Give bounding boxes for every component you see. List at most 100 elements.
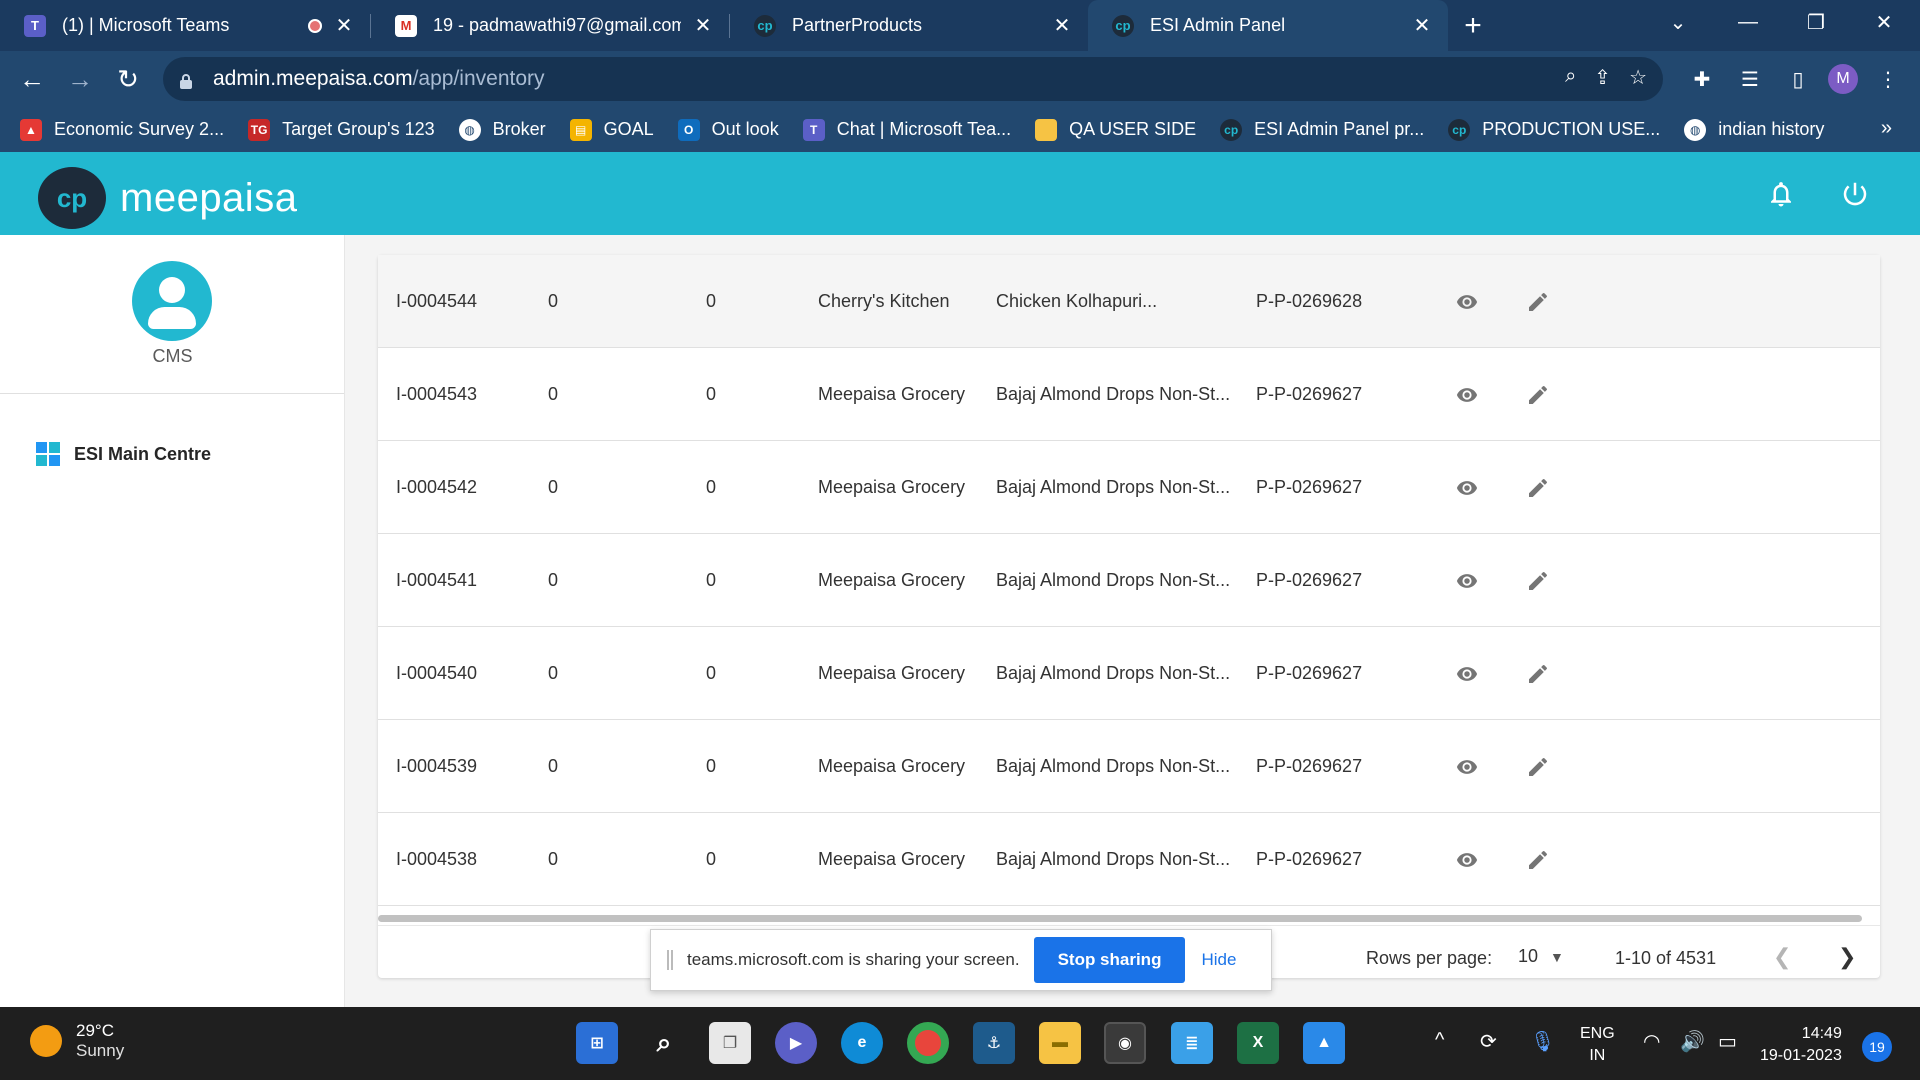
weather-widget[interactable]: 29°C Sunny: [30, 1021, 124, 1061]
view-eye-icon[interactable]: [1452, 752, 1482, 782]
table-row[interactable]: I-0004540 0 0 Meepaisa Grocery Bajaj Almond …: [378, 627, 1880, 720]
bookmark-star-icon[interactable]: ☆: [1629, 65, 1647, 90]
view-eye-icon[interactable]: [1452, 659, 1482, 689]
side-panel-icon[interactable]: ▯: [1780, 61, 1816, 97]
battery-icon[interactable]: ▭: [1718, 1029, 1737, 1054]
photos-icon[interactable]: ▲: [1303, 1022, 1345, 1064]
address-bar[interactable]: admin.meepaisa.com/app/inventory ⌕ ⇪ ☆: [163, 57, 1663, 101]
stop-sharing-button[interactable]: Stop sharing: [1033, 937, 1186, 983]
bookmark-item[interactable]: ◍ indian history: [1684, 118, 1824, 141]
cell-product-name: Bajaj Almond Drops Non-St...: [996, 477, 1231, 497]
drag-handle-icon[interactable]: [667, 950, 673, 970]
weather-condition: Sunny: [76, 1041, 125, 1060]
reload-icon[interactable]: ↻: [104, 55, 152, 103]
zoom-icon[interactable]: ⌕: [1565, 65, 1576, 90]
tab-title: ESI Admin Panel: [1150, 15, 1286, 35]
tab-search-chevron-icon[interactable]: ⌄: [1650, 0, 1706, 44]
minimize-icon[interactable]: —: [1720, 0, 1776, 44]
start-icon[interactable]: ⊞: [576, 1022, 618, 1064]
previous-page-icon[interactable]: ❮: [1773, 944, 1791, 970]
edit-pencil-icon[interactable]: [1523, 659, 1553, 689]
wifi-icon[interactable]: ◠: [1643, 1029, 1660, 1054]
excel-icon[interactable]: X: [1237, 1022, 1279, 1064]
bookmark-item[interactable]: QA USER SIDE: [1035, 118, 1196, 141]
new-tab-button[interactable]: +: [1448, 0, 1498, 51]
edit-pencil-icon[interactable]: [1523, 287, 1553, 317]
close-icon[interactable]: ✕: [1050, 14, 1074, 38]
view-eye-icon[interactable]: [1452, 287, 1482, 317]
notepad-icon[interactable]: ≣: [1171, 1022, 1213, 1064]
restore-icon[interactable]: ❐: [1788, 0, 1844, 44]
table-row[interactable]: I-0004541 0 0 Meepaisa Grocery Bajaj Almond …: [378, 534, 1880, 627]
edit-pencil-icon[interactable]: [1523, 845, 1553, 875]
extensions-icon[interactable]: ✚: [1684, 61, 1720, 97]
view-eye-icon[interactable]: [1452, 845, 1482, 875]
tab-partner-products[interactable]: cp PartnerProducts ✕: [730, 0, 1088, 51]
cell-product-id: P-P-0269627: [1256, 570, 1363, 590]
close-icon[interactable]: ✕: [1410, 14, 1434, 38]
edit-pencil-icon[interactable]: [1523, 380, 1553, 410]
table-row[interactable]: I-0004538 0 0 Meepaisa Grocery Bajaj Almond …: [378, 813, 1880, 906]
cell-partner-name: Meepaisa Grocery: [818, 384, 966, 404]
bookmark-item[interactable]: ▲ Economic Survey 2...: [20, 118, 224, 141]
file-explorer-icon[interactable]: ▬: [1039, 1022, 1081, 1064]
rows-per-page-select[interactable]: 10 ▼: [1518, 946, 1564, 967]
edge-icon[interactable]: e: [841, 1022, 883, 1064]
teams-chat-icon[interactable]: ▶: [775, 1022, 817, 1064]
bookmark-item[interactable]: cp ESI Admin Panel pr...: [1220, 118, 1424, 141]
media-queue-icon[interactable]: ☰: [1732, 61, 1768, 97]
task-view-icon[interactable]: ❐: [709, 1022, 751, 1064]
user-avatar-icon[interactable]: [132, 261, 212, 341]
bookmarks-overflow-icon[interactable]: »: [1881, 117, 1892, 140]
bookmark-item[interactable]: cp PRODUCTION USE...: [1448, 118, 1660, 141]
tab-esi-admin-panel[interactable]: cp ESI Admin Panel ✕: [1088, 0, 1448, 51]
tab-gmail[interactable]: M 19 - padmawathi97@gmail.com ✕: [371, 0, 729, 51]
sidebar-item-esi-main-centre[interactable]: ESI Main Centre: [36, 442, 211, 466]
forward-arrow-icon[interactable]: →: [56, 55, 104, 103]
close-icon[interactable]: ✕: [691, 14, 715, 38]
tray-overflow-icon[interactable]: ^: [1435, 1029, 1444, 1052]
edit-pencil-icon[interactable]: [1523, 473, 1553, 503]
bookmark-item[interactable]: ◍ Broker: [458, 118, 546, 141]
system-clock[interactable]: 14:49 19-01-2023: [1760, 1023, 1842, 1067]
bookmark-favicon-icon: ▲: [20, 118, 42, 141]
next-page-icon[interactable]: ❯: [1838, 944, 1856, 970]
tab-teams[interactable]: T (1) | Microsoft Teams ✕: [0, 0, 370, 51]
tab-title: 19 - padmawathi97@gmail.com: [433, 15, 681, 35]
sync-icon[interactable]: ⟳: [1480, 1029, 1497, 1054]
table-row[interactable]: I-0004539 0 0 Meepaisa Grocery Bajaj Almond …: [378, 720, 1880, 813]
microphone-icon[interactable]: 🎙: [1530, 1029, 1555, 1054]
volume-icon[interactable]: 🔊: [1680, 1029, 1705, 1054]
view-eye-icon[interactable]: [1452, 380, 1482, 410]
brand-logo[interactable]: cp meepaisa: [38, 167, 297, 229]
share-icon[interactable]: ⇪: [1594, 65, 1611, 90]
bookmark-item[interactable]: ▤ GOAL: [569, 118, 654, 141]
view-eye-icon[interactable]: [1452, 473, 1482, 503]
notification-bell-icon[interactable]: [1766, 179, 1796, 209]
bookmark-item[interactable]: O Out look: [677, 118, 779, 141]
bookmark-item[interactable]: TG Target Group's 123: [248, 118, 435, 141]
chrome-profile-icon[interactable]: ◉: [1104, 1022, 1146, 1064]
mysql-workbench-icon[interactable]: ⚓: [973, 1022, 1015, 1064]
edit-pencil-icon[interactable]: [1523, 566, 1553, 596]
menu-kebab-icon[interactable]: ⋮: [1870, 61, 1906, 97]
close-icon[interactable]: ✕: [332, 14, 356, 38]
view-eye-icon[interactable]: [1452, 566, 1482, 596]
horizontal-scrollbar[interactable]: [378, 915, 1862, 922]
table-row[interactable]: I-0004542 0 0 Meepaisa Grocery Bajaj Almond …: [378, 441, 1880, 534]
profile-avatar[interactable]: M: [1828, 64, 1858, 94]
input-language[interactable]: ENG IN: [1580, 1023, 1615, 1067]
lock-icon: [179, 71, 193, 89]
bookmark-item[interactable]: T Chat | Microsoft Tea...: [802, 118, 1011, 141]
back-arrow-icon[interactable]: ←: [8, 55, 56, 103]
notification-count-badge[interactable]: 19: [1862, 1032, 1892, 1062]
window-close-icon[interactable]: ✕: [1856, 0, 1912, 44]
power-logout-icon[interactable]: [1840, 179, 1870, 209]
table-row[interactable]: I-0004544 0 0 Cherry's Kitchen Chicken Kolha…: [378, 255, 1880, 348]
chrome-icon[interactable]: [907, 1022, 949, 1064]
edit-pencil-icon[interactable]: [1523, 752, 1553, 782]
cell-stock: 0: [706, 663, 717, 683]
table-row[interactable]: I-0004543 0 0 Meepaisa Grocery Bajaj Almond …: [378, 348, 1880, 441]
search-icon[interactable]: ⌕: [643, 1022, 685, 1064]
hide-button[interactable]: Hide: [1201, 950, 1236, 970]
